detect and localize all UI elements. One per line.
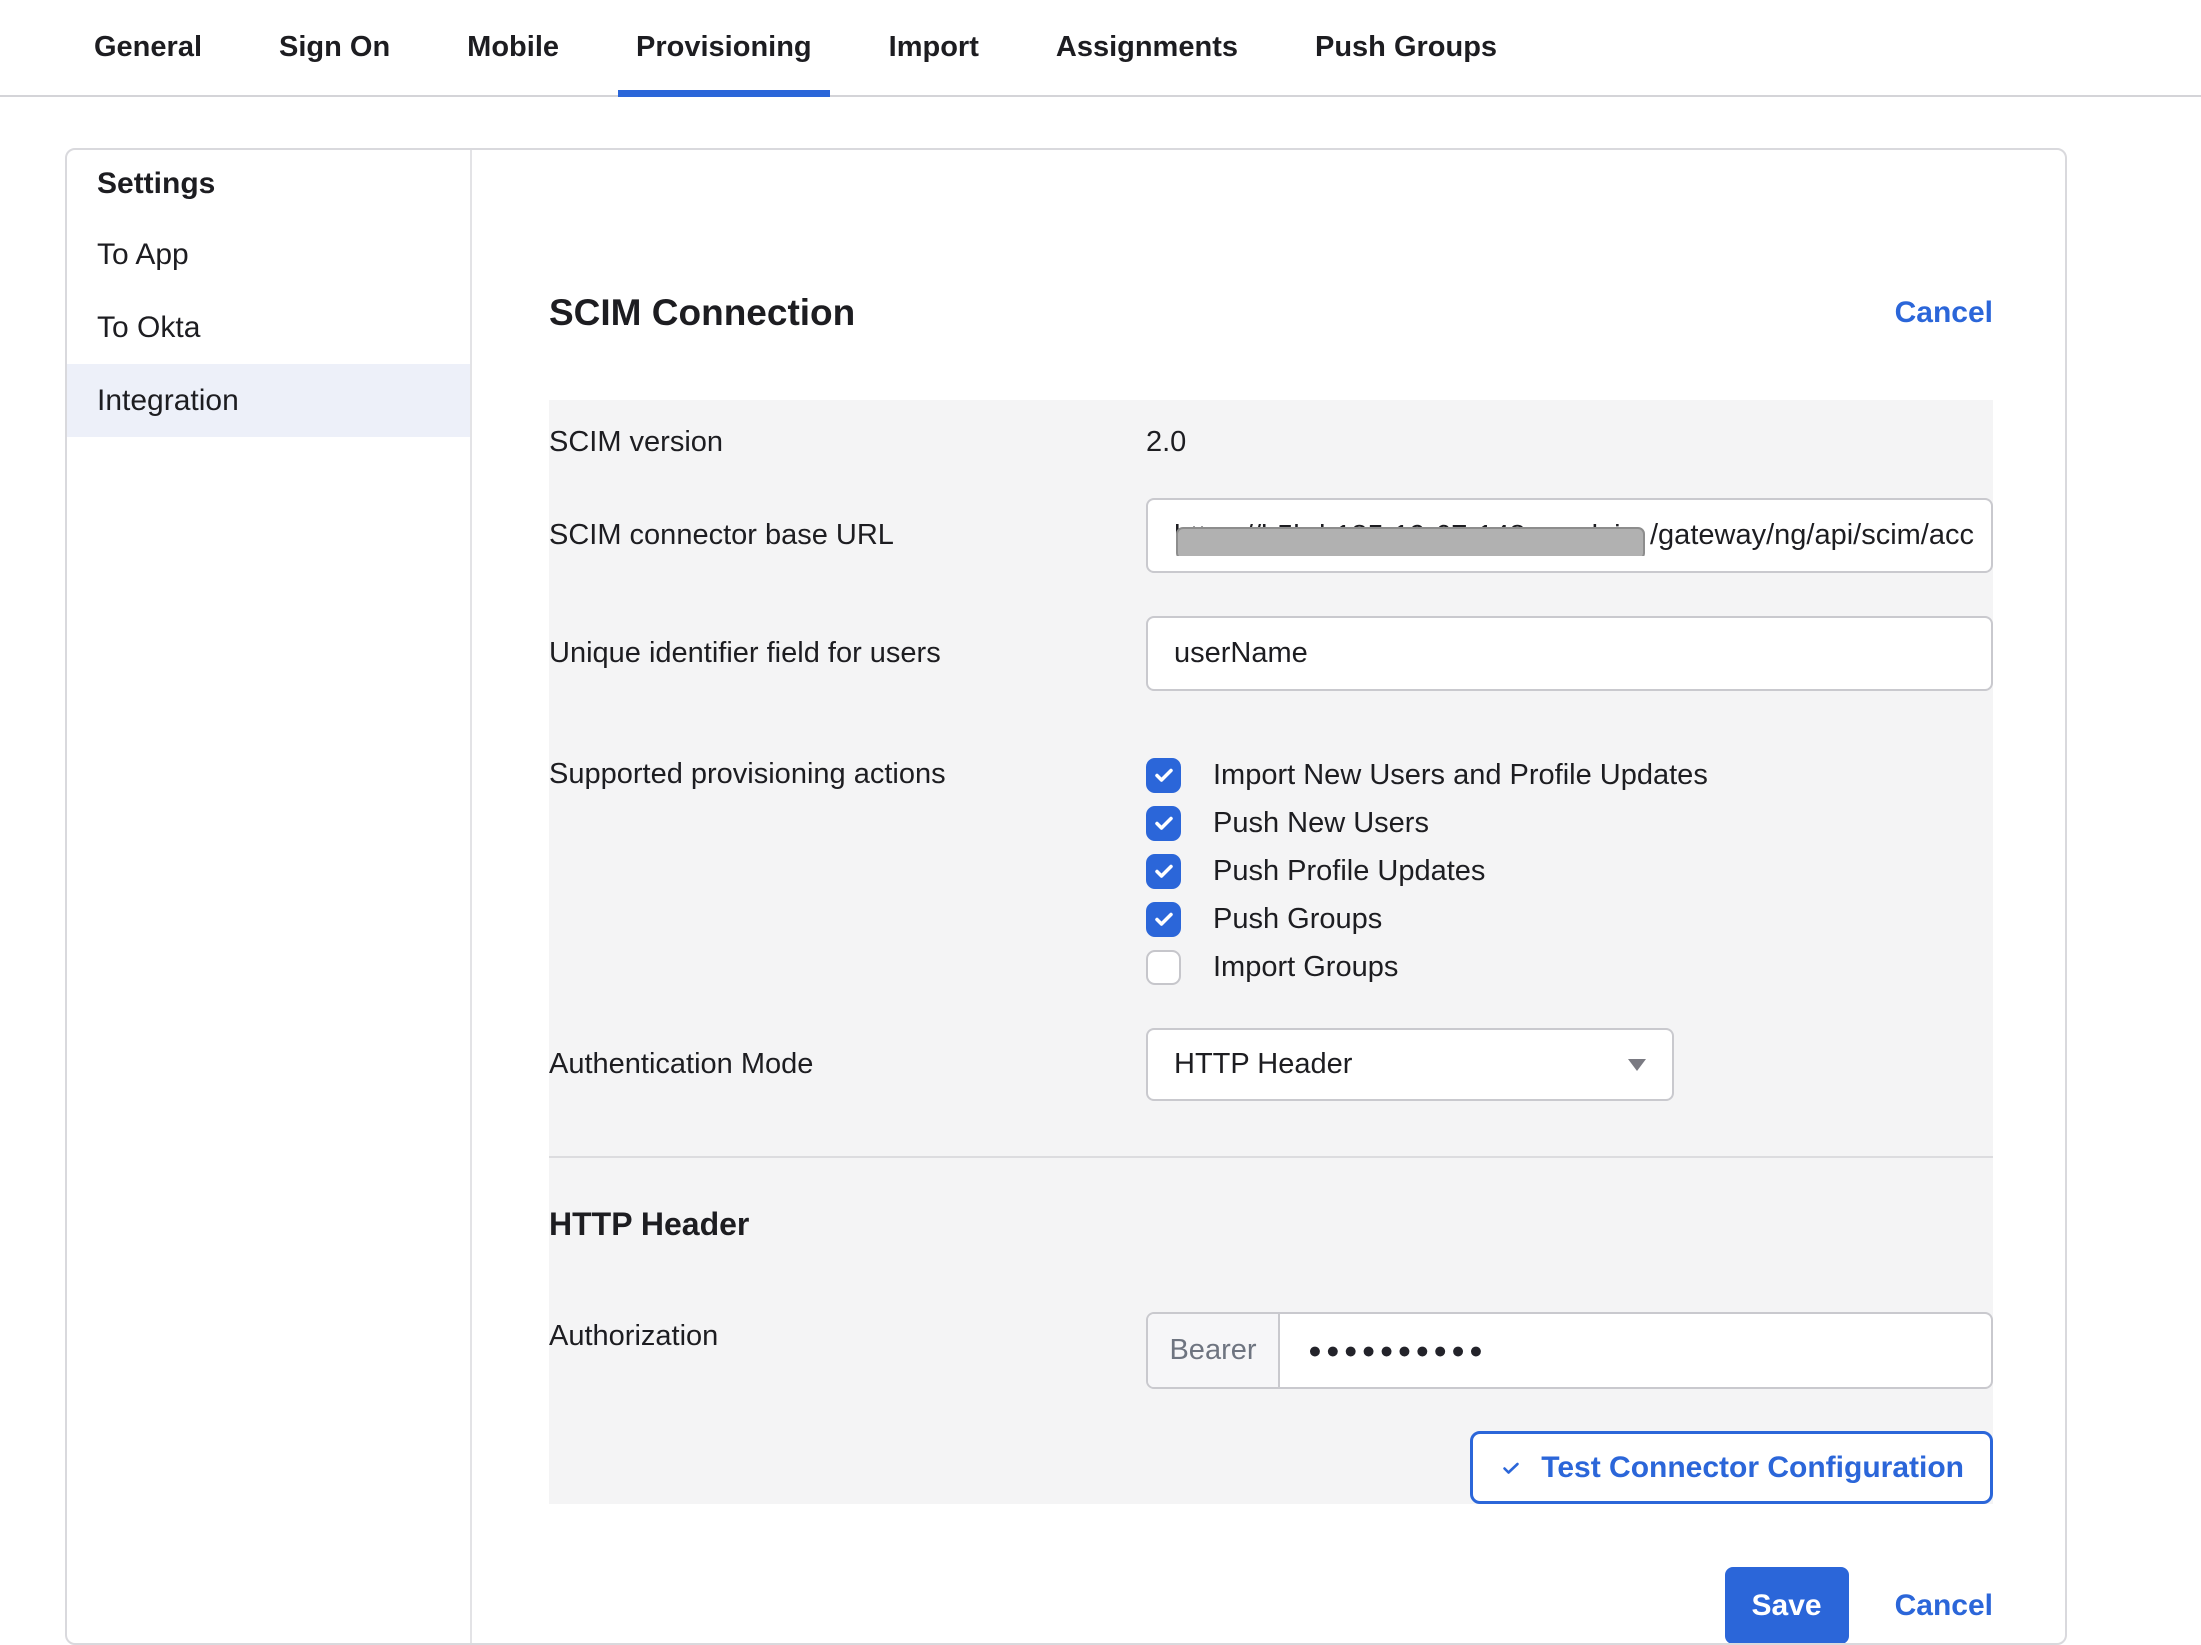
tab-push-groups[interactable]: Push Groups (1313, 0, 1499, 95)
tab-mobile[interactable]: Mobile (465, 0, 561, 95)
checkbox-push-new-users[interactable] (1146, 806, 1181, 841)
chevron-down-icon (1628, 1059, 1646, 1071)
authorization-input-group: Bearer ●●●●●●●●●● (1146, 1312, 1993, 1389)
base-url-redacted-segment: https://b5bd-185-19-67-148.ngrok.io (1174, 516, 1650, 556)
tab-general[interactable]: General (92, 0, 204, 95)
checkbox-row-push-groups[interactable]: Push Groups (1146, 895, 1993, 943)
sidebar-item-to-app[interactable]: To App (67, 218, 470, 291)
checkbox-import-groups[interactable] (1146, 950, 1181, 985)
checkbox-label: Import Groups (1213, 951, 1398, 984)
sidebar-item-to-okta[interactable]: To Okta (67, 291, 470, 364)
unique-id-row: Unique identifier field for users userNa… (549, 616, 1993, 691)
checkbox-row-import-groups[interactable]: Import Groups (1146, 943, 1993, 991)
app-tab-bar: General Sign On Mobile Provisioning Impo… (0, 0, 2201, 97)
checkbox-row-push-new-users[interactable]: Push New Users (1146, 799, 1993, 847)
check-icon (1499, 1456, 1523, 1480)
bearer-prefix: Bearer (1148, 1314, 1280, 1387)
checkbox-push-profile-updates[interactable] (1146, 854, 1181, 889)
authorization-token-input[interactable]: ●●●●●●●●●● (1280, 1314, 1487, 1387)
auth-mode-selected-value: HTTP Header (1174, 1048, 1352, 1081)
provisioning-actions-label: Supported provisioning actions (549, 751, 1146, 991)
sidebar-item-integration[interactable]: Integration (67, 364, 470, 437)
scim-version-row: SCIM version 2.0 (549, 400, 1993, 460)
test-connector-label: Test Connector Configuration (1541, 1451, 1964, 1485)
tab-assignments[interactable]: Assignments (1054, 0, 1240, 95)
base-url-row: SCIM connector base URL https://b5bd-185… (549, 498, 1993, 573)
http-header-section-heading: HTTP Header (549, 1158, 1993, 1244)
cancel-link-bottom[interactable]: Cancel (1895, 1589, 1993, 1623)
unique-id-input[interactable]: userName (1146, 616, 1993, 691)
sidebar-heading: Settings (67, 150, 470, 218)
scim-form: SCIM version 2.0 SCIM connector base URL… (549, 400, 1993, 1504)
save-button[interactable]: Save (1725, 1567, 1849, 1644)
scim-connection-content: SCIM Connection Cancel SCIM version 2.0 … (472, 150, 2065, 1643)
auth-mode-select[interactable]: HTTP Header (1146, 1028, 1674, 1101)
redaction-bar (1176, 527, 1645, 556)
scim-version-label: SCIM version (549, 424, 1146, 460)
tab-import[interactable]: Import (887, 0, 981, 95)
checkbox-label: Push Groups (1213, 903, 1382, 936)
checkbox-label: Push Profile Updates (1213, 855, 1485, 888)
authorization-label: Authorization (549, 1312, 1146, 1389)
check-icon (1152, 907, 1176, 931)
unique-id-label: Unique identifier field for users (549, 616, 1146, 691)
checkbox-row-import-new-users[interactable]: Import New Users and Profile Updates (1146, 751, 1993, 799)
tab-provisioning[interactable]: Provisioning (634, 0, 814, 95)
checkbox-label: Push New Users (1213, 807, 1429, 840)
tab-sign-on[interactable]: Sign On (277, 0, 392, 95)
auth-mode-label: Authentication Mode (549, 1028, 1146, 1101)
provisioning-panel: Settings To App To Okta Integration SCIM… (65, 148, 2067, 1645)
check-icon (1152, 811, 1176, 835)
test-connector-button[interactable]: Test Connector Configuration (1470, 1431, 1993, 1504)
auth-mode-row: Authentication Mode HTTP Header (549, 1028, 1993, 1101)
checkbox-label: Import New Users and Profile Updates (1213, 759, 1708, 792)
authorization-row: Authorization Bearer ●●●●●●●●●● (549, 1312, 1993, 1389)
scim-version-value: 2.0 (1146, 424, 1993, 460)
cancel-link-top[interactable]: Cancel (1895, 296, 1993, 330)
check-icon (1152, 763, 1176, 787)
provisioning-actions-row: Supported provisioning actions Import Ne… (549, 751, 1993, 991)
unique-id-value: userName (1174, 637, 1308, 670)
base-url-input[interactable]: https://b5bd-185-19-67-148.ngrok.io /gat… (1146, 498, 1993, 573)
checkbox-row-push-profile-updates[interactable]: Push Profile Updates (1146, 847, 1993, 895)
checkbox-import-new-users[interactable] (1146, 758, 1181, 793)
content-header: SCIM Connection Cancel (549, 292, 1993, 334)
page-title: SCIM Connection (549, 292, 855, 334)
save-cancel-row: Save Cancel (549, 1567, 1993, 1644)
check-icon (1152, 859, 1176, 883)
base-url-visible-text: /gateway/ng/api/scim/acc (1650, 519, 1974, 552)
base-url-label: SCIM connector base URL (549, 498, 1146, 573)
checkbox-push-groups[interactable] (1146, 902, 1181, 937)
settings-sidebar: Settings To App To Okta Integration (67, 150, 472, 1643)
test-connector-row: Test Connector Configuration (549, 1431, 1993, 1504)
